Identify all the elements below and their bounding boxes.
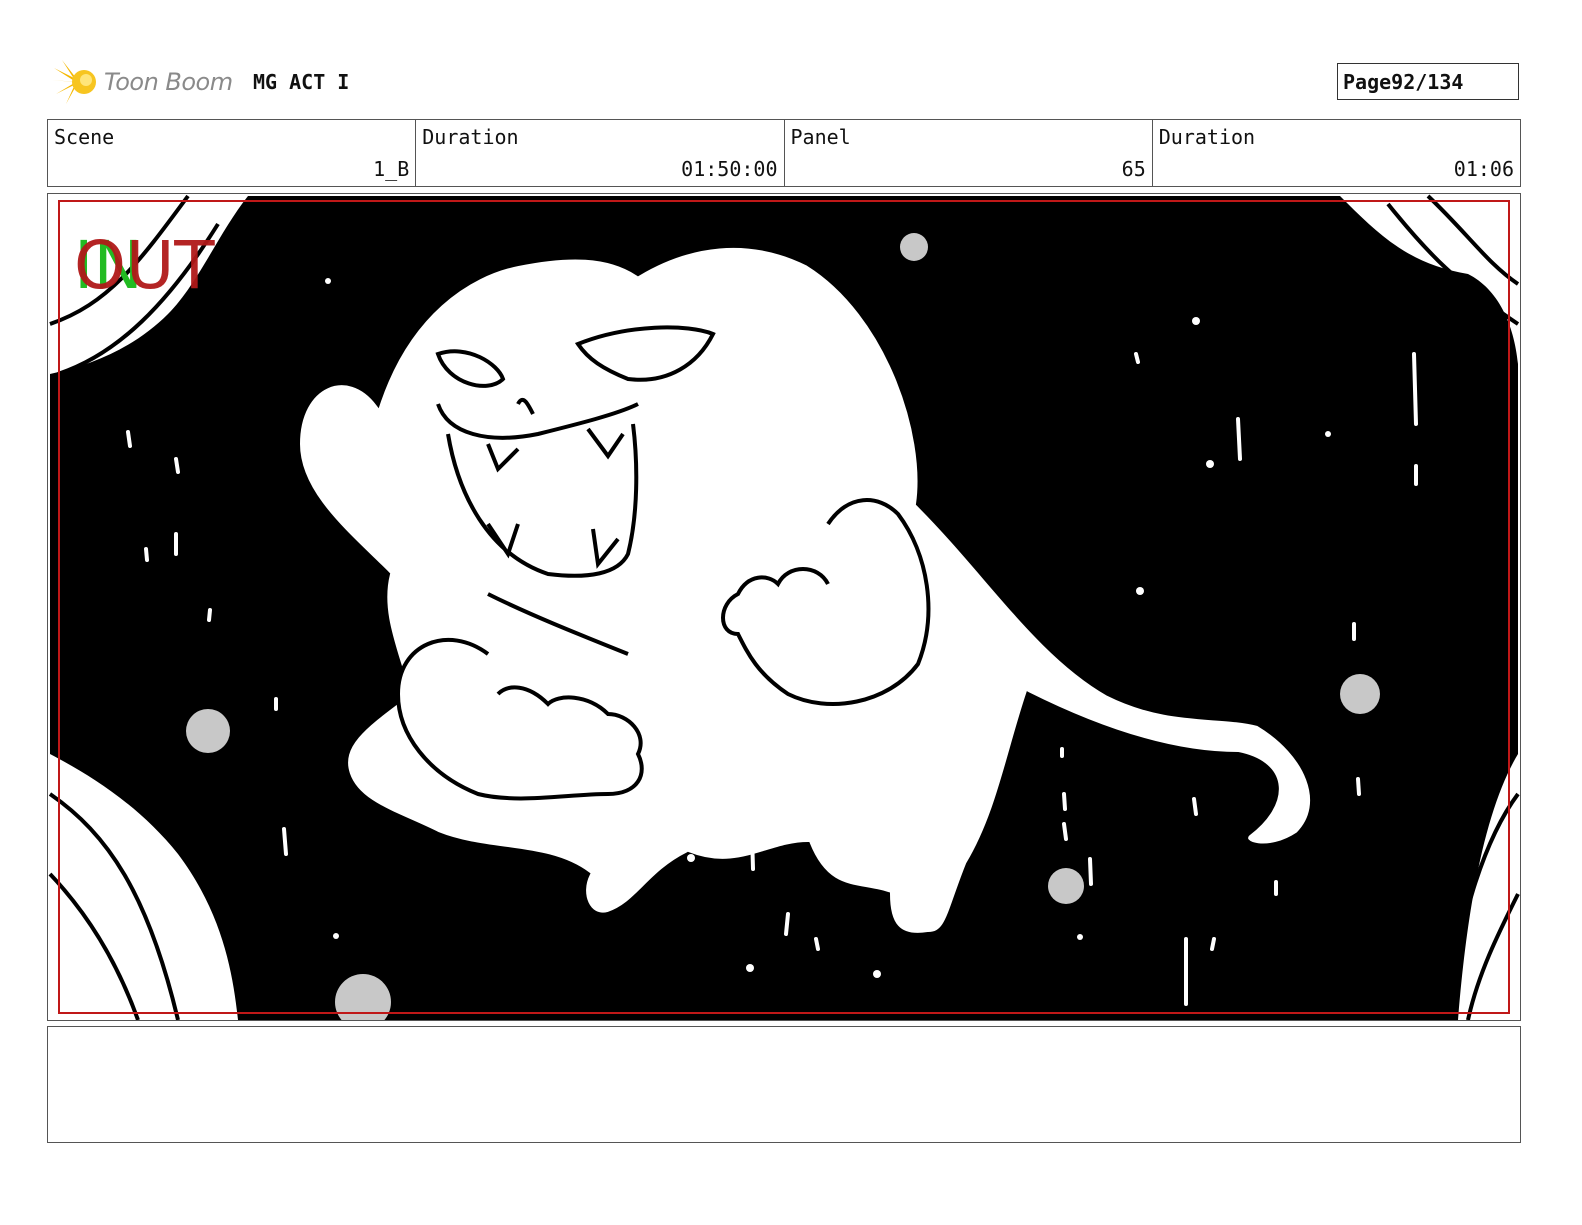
out-marker: OUT [74,227,215,304]
panel-value: 65 [1121,157,1146,181]
panel-duration-value: 01:06 [1453,157,1514,181]
panel-cell: Panel 65 [785,120,1153,186]
page-label: Page [1343,69,1392,94]
panel-artwork: IN OUT [48,194,1520,1020]
storyboard-panel: IN OUT [47,193,1521,1021]
panel-notes [47,1026,1521,1143]
scene-duration-value: 01:50:00 [681,157,778,181]
page-indicator: Page 92/134 [1337,63,1519,100]
starburst-icon [52,60,96,104]
panel-label: Panel [790,125,851,149]
scene-cell: Scene 1_B [48,120,417,186]
scene-label: Scene [54,125,115,149]
project-title: MG ACT I [253,70,350,94]
scene-value: 1_B [373,157,410,181]
panel-duration-cell: Duration 01:06 [1153,120,1520,186]
page-number: 92/134 [1391,69,1464,94]
panel-info-table: Scene 1_B Duration 01:50:00 Panel 65 Dur… [47,119,1521,187]
panel-duration-label: Duration [1158,125,1256,149]
scene-duration-cell: Duration 01:50:00 [416,120,785,186]
logo-text: Toon Boom [104,68,233,96]
scene-duration-label: Duration [422,125,519,149]
toon-boom-logo: Toon Boom [52,58,233,106]
